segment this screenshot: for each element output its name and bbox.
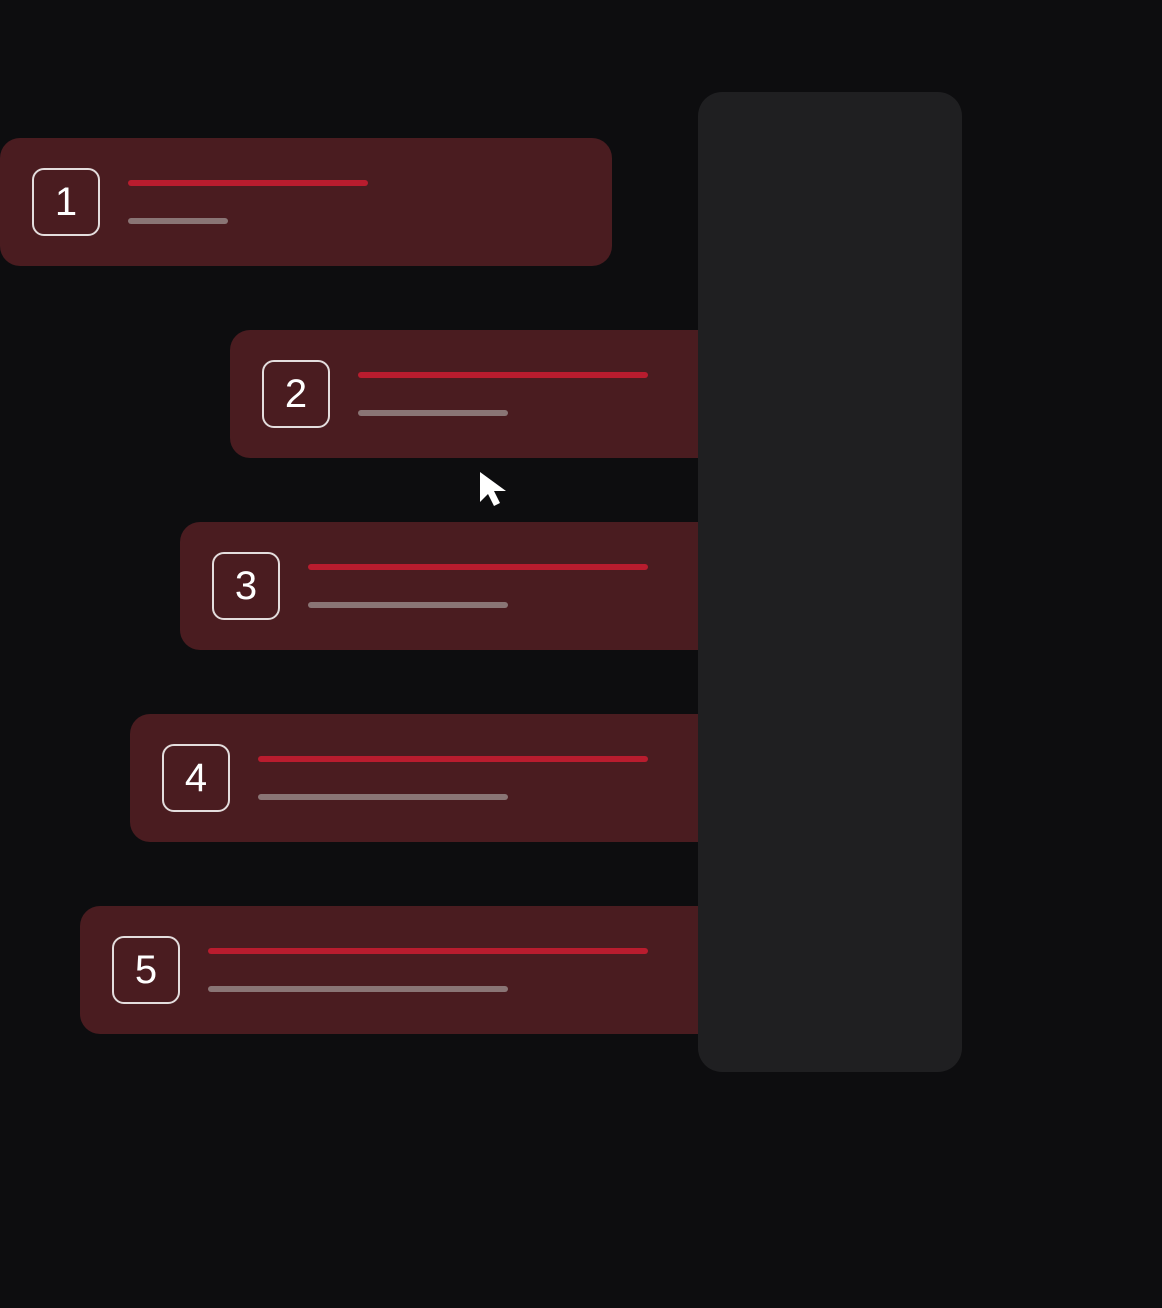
title-placeholder <box>308 564 648 570</box>
title-placeholder <box>358 372 648 378</box>
subtitle-placeholder <box>208 986 508 992</box>
cursor-icon <box>476 470 516 515</box>
item-number: 3 <box>235 566 257 606</box>
number-badge: 5 <box>112 936 180 1004</box>
side-panel <box>698 92 962 1072</box>
item-number: 4 <box>185 758 207 798</box>
subtitle-placeholder <box>308 602 508 608</box>
subtitle-placeholder <box>358 410 508 416</box>
title-placeholder <box>208 948 648 954</box>
content-placeholder <box>128 180 612 224</box>
number-badge: 4 <box>162 744 230 812</box>
item-number: 5 <box>135 950 157 990</box>
item-number: 1 <box>55 182 77 222</box>
subtitle-placeholder <box>258 794 508 800</box>
title-placeholder <box>128 180 368 186</box>
item-number: 2 <box>285 374 307 414</box>
title-placeholder <box>258 756 648 762</box>
number-badge: 1 <box>32 168 100 236</box>
number-badge: 2 <box>262 360 330 428</box>
subtitle-placeholder <box>128 218 228 224</box>
number-badge: 3 <box>212 552 280 620</box>
list-item[interactable]: 1 <box>0 138 612 266</box>
